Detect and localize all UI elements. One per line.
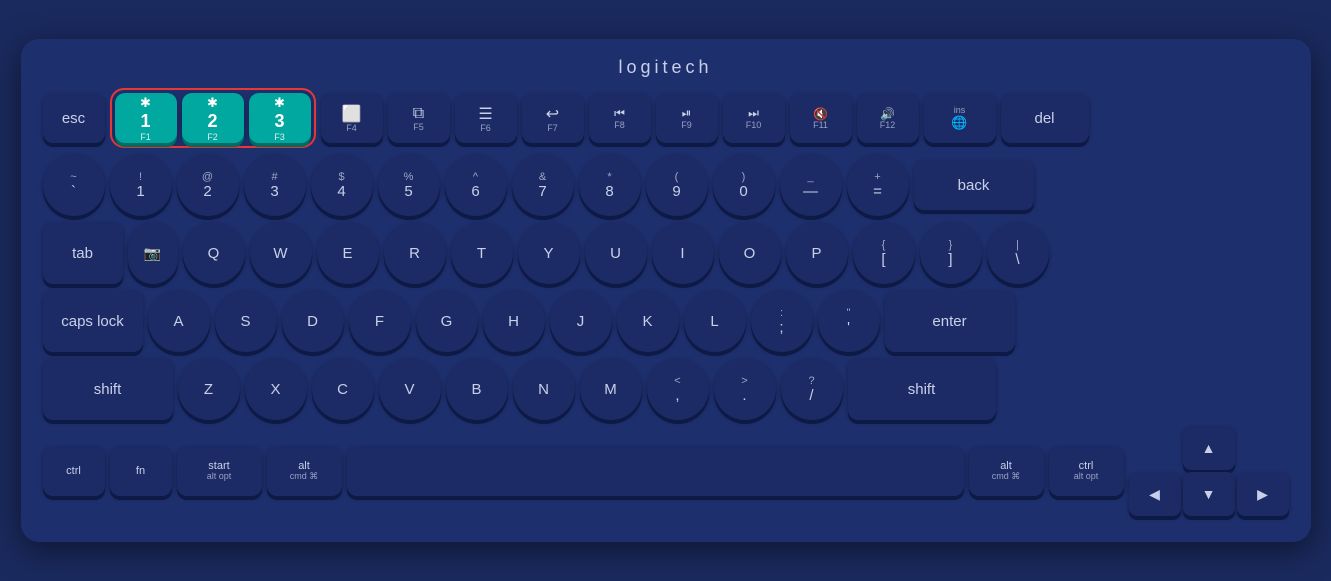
- key-j[interactable]: J: [550, 290, 612, 352]
- key-quote[interactable]: " ': [818, 290, 880, 352]
- key-h[interactable]: H: [483, 290, 545, 352]
- key-minus[interactable]: _ —: [780, 154, 842, 216]
- key-y[interactable]: Y: [518, 222, 580, 284]
- key-rbracket[interactable]: } ]: [920, 222, 982, 284]
- key-bt3[interactable]: ✱ 3 F3: [249, 93, 311, 143]
- key-start[interactable]: start alt opt: [177, 446, 262, 496]
- key-equals[interactable]: + =: [847, 154, 909, 216]
- key-ins[interactable]: ins 🌐: [924, 93, 996, 143]
- key-r[interactable]: R: [384, 222, 446, 284]
- key-enter[interactable]: enter: [885, 290, 1015, 352]
- key-i[interactable]: I: [652, 222, 714, 284]
- key-d[interactable]: D: [282, 290, 344, 352]
- key-7[interactable]: & 7: [512, 154, 574, 216]
- bottom-row: ctrl fn start alt opt alt cmd ⌘ alt cmd …: [43, 426, 1289, 516]
- key-3[interactable]: # 3: [244, 154, 306, 216]
- key-period[interactable]: > .: [714, 358, 776, 420]
- key-8[interactable]: * 8: [579, 154, 641, 216]
- key-t[interactable]: T: [451, 222, 513, 284]
- number-row: ~ ` ! 1 @ 2 # 3 $ 4 % 5 ^ 6 & 7: [43, 154, 1289, 216]
- qwerty-row: tab 📷 Q W E R T Y U I O P { [ } ] | \: [43, 222, 1289, 284]
- key-w[interactable]: W: [250, 222, 312, 284]
- key-esc[interactable]: esc: [43, 93, 105, 143]
- key-slash[interactable]: ? /: [781, 358, 843, 420]
- key-arrow-down[interactable]: ▼: [1183, 472, 1235, 516]
- key-shift-left[interactable]: shift: [43, 358, 173, 420]
- key-m[interactable]: M: [580, 358, 642, 420]
- key-f6[interactable]: ☰ F6: [455, 93, 517, 143]
- key-f12[interactable]: 🔊 F12: [857, 93, 919, 143]
- bt-group: ✱ 1 F1 ✱ 2 F2 ✱ 3 F3: [110, 88, 316, 148]
- key-alt-left[interactable]: alt cmd ⌘: [267, 446, 342, 496]
- arrows-bottom: ◀ ▼ ▶: [1129, 472, 1289, 516]
- key-backslash[interactable]: | \: [987, 222, 1049, 284]
- key-bt1[interactable]: ✱ 1 F1: [115, 93, 177, 143]
- key-bt2[interactable]: ✱ 2 F2: [182, 93, 244, 143]
- key-c[interactable]: C: [312, 358, 374, 420]
- key-del[interactable]: del: [1001, 93, 1089, 143]
- key-ctrl-right[interactable]: ctrl alt opt: [1049, 446, 1124, 496]
- key-tab[interactable]: tab: [43, 222, 123, 284]
- key-6[interactable]: ^ 6: [445, 154, 507, 216]
- key-q[interactable]: Q: [183, 222, 245, 284]
- key-f4[interactable]: ⬜ F4: [321, 93, 383, 143]
- key-alt-right[interactable]: alt cmd ⌘: [969, 446, 1044, 496]
- keyboard: logitech esc ✱ 1 F1 ✱ 2 F2 ✱ 3 F3 ⬜: [21, 39, 1311, 542]
- key-0[interactable]: ) 0: [713, 154, 775, 216]
- key-arrow-up[interactable]: ▲: [1183, 426, 1235, 470]
- key-o[interactable]: O: [719, 222, 781, 284]
- key-comma[interactable]: < ,: [647, 358, 709, 420]
- key-v[interactable]: V: [379, 358, 441, 420]
- key-f7[interactable]: ↩ F7: [522, 93, 584, 143]
- key-backspace[interactable]: back: [914, 160, 1034, 210]
- key-f10[interactable]: ⏭ F10: [723, 93, 785, 143]
- key-a[interactable]: A: [148, 290, 210, 352]
- brand-logo: logitech: [43, 57, 1289, 78]
- key-1[interactable]: ! 1: [110, 154, 172, 216]
- key-b[interactable]: B: [446, 358, 508, 420]
- key-semicolon[interactable]: : ;: [751, 290, 813, 352]
- key-f8[interactable]: ⏮ F8: [589, 93, 651, 143]
- key-shift-right[interactable]: shift: [848, 358, 996, 420]
- key-f11[interactable]: 🔇 F11: [790, 93, 852, 143]
- asdf-row: caps lock A S D F G H J K L : ; " ' ente…: [43, 290, 1289, 352]
- key-backtick[interactable]: ~ `: [43, 154, 105, 216]
- key-x[interactable]: X: [245, 358, 307, 420]
- key-z[interactable]: Z: [178, 358, 240, 420]
- key-u[interactable]: U: [585, 222, 647, 284]
- key-l[interactable]: L: [684, 290, 746, 352]
- zxcv-row: shift Z X C V B N M < , > . ? / shift: [43, 358, 1289, 420]
- fn-row: esc ✱ 1 F1 ✱ 2 F2 ✱ 3 F3 ⬜ F4 ⧉: [43, 88, 1289, 148]
- key-n[interactable]: N: [513, 358, 575, 420]
- key-lbracket[interactable]: { [: [853, 222, 915, 284]
- key-s[interactable]: S: [215, 290, 277, 352]
- key-f9[interactable]: ⏯ F9: [656, 93, 718, 143]
- key-arrow-left[interactable]: ◀: [1129, 472, 1181, 516]
- key-f[interactable]: F: [349, 290, 411, 352]
- key-e[interactable]: E: [317, 222, 379, 284]
- key-f5[interactable]: ⧉ F5: [388, 93, 450, 143]
- key-tab-icon[interactable]: 📷: [128, 222, 178, 284]
- key-g[interactable]: G: [416, 290, 478, 352]
- key-arrow-right[interactable]: ▶: [1237, 472, 1289, 516]
- key-9[interactable]: ( 9: [646, 154, 708, 216]
- key-fn[interactable]: fn: [110, 446, 172, 496]
- key-2[interactable]: @ 2: [177, 154, 239, 216]
- key-p[interactable]: P: [786, 222, 848, 284]
- arrow-keys: ▲ ◀ ▼ ▶: [1129, 426, 1289, 516]
- key-k[interactable]: K: [617, 290, 679, 352]
- key-space[interactable]: [347, 446, 964, 496]
- key-4[interactable]: $ 4: [311, 154, 373, 216]
- key-5[interactable]: % 5: [378, 154, 440, 216]
- key-ctrl-left[interactable]: ctrl: [43, 446, 105, 496]
- key-capslock[interactable]: caps lock: [43, 290, 143, 352]
